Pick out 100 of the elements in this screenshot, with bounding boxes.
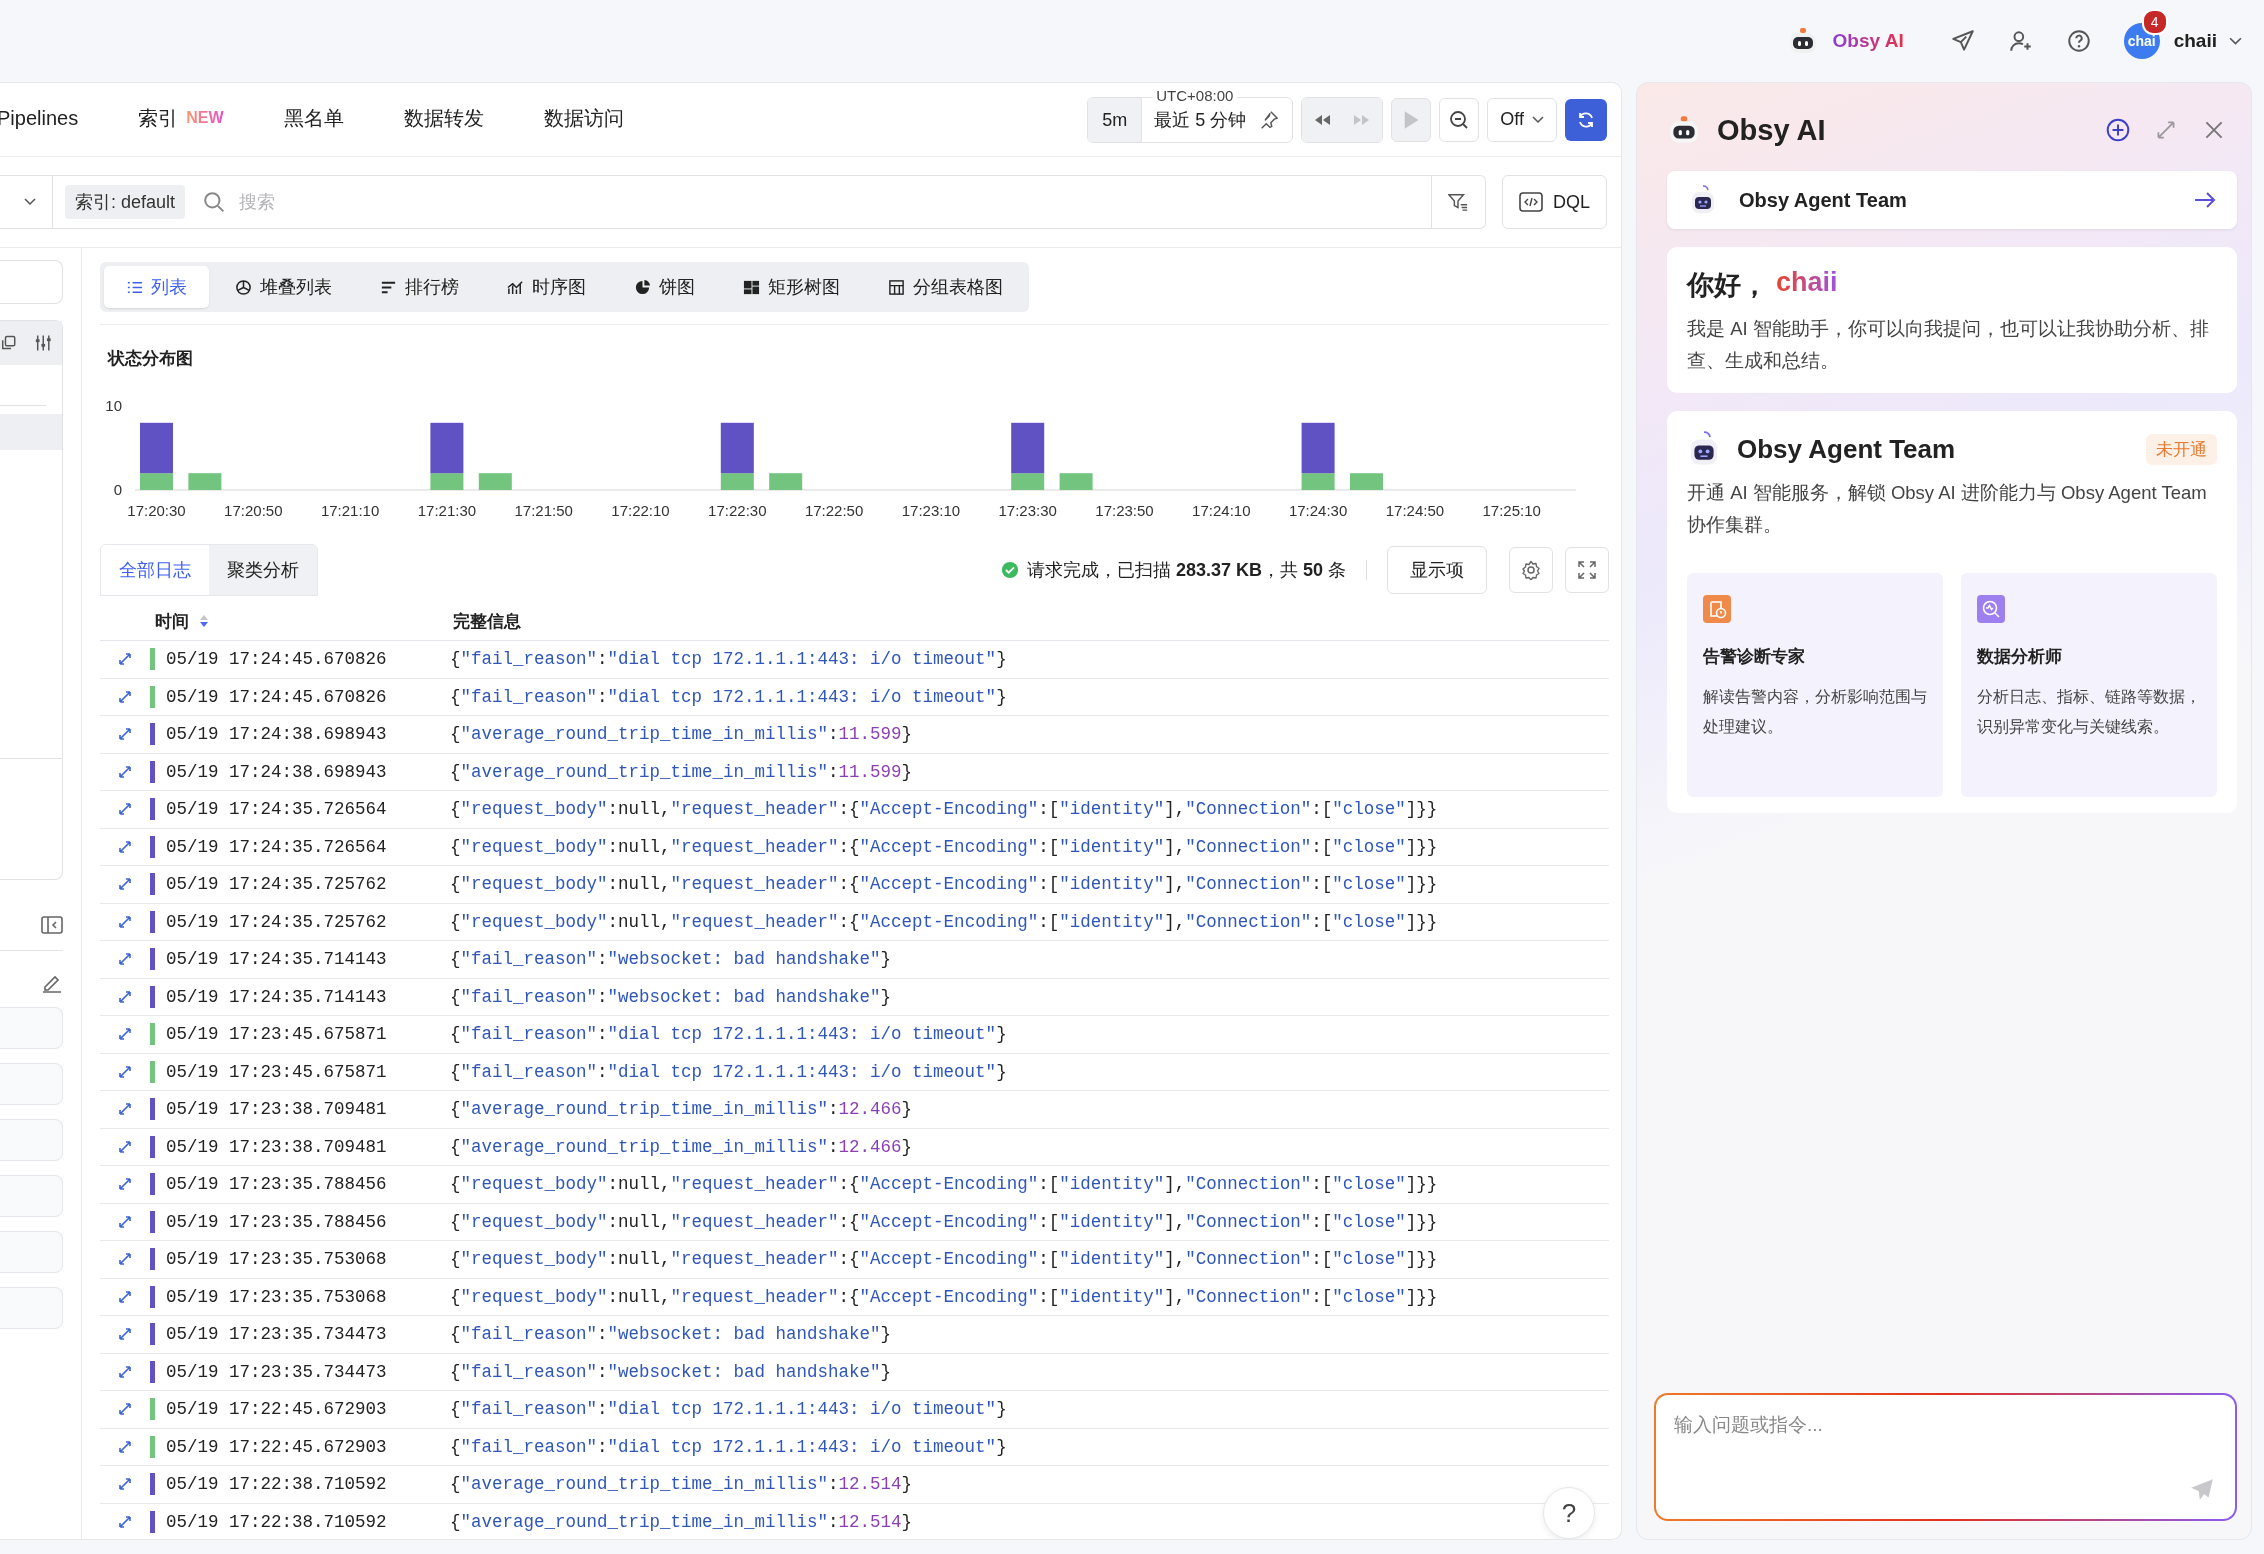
log-message: {"fail_reason":"dial tcp 172.1.1.1:443: i/o timeout"} <box>450 1399 1007 1420</box>
log-message: {"fail_reason":"websocket: bad handshake"} <box>450 1324 892 1345</box>
display-columns-button[interactable]: 显示项 <box>1387 546 1487 594</box>
expand-icon[interactable] <box>118 1402 132 1417</box>
index-tag[interactable]: 索引: default <box>65 185 186 219</box>
log-message: {"average_round_trip_time_in_millis":12.466} <box>450 1136 913 1157</box>
log-tab[interactable]: 聚类分析 <box>209 545 317 595</box>
expand-icon[interactable] <box>118 1514 132 1529</box>
axis-label: 17:23:50 <box>1095 502 1154 519</box>
query-field[interactable]: 索引: default 搜索 <box>0 175 1486 229</box>
log-time: 05/19 17:23:35.753068 <box>166 1249 388 1270</box>
caret-icon[interactable] <box>24 198 36 206</box>
expand-icon[interactable] <box>118 727 132 742</box>
success-icon <box>1000 561 1019 579</box>
bot-icon <box>1689 185 1717 215</box>
chart-search-icon <box>1977 595 2005 623</box>
agent-team-link[interactable]: Obsy Agent Team <box>1667 171 2237 229</box>
pin-icon[interactable] <box>1258 108 1281 131</box>
axis-label: 17:24:50 <box>1385 502 1445 519</box>
send-icon[interactable] <box>1949 28 1976 54</box>
expand-icon[interactable] <box>118 689 132 704</box>
view-tab[interactable]: 列表 <box>104 266 209 308</box>
status-badge: 未开通 <box>2146 433 2217 465</box>
axis-label: 10 <box>105 397 122 414</box>
auto-refresh-dropdown[interactable]: Off <box>1487 97 1557 142</box>
axis-label: 17:25:10 <box>1482 502 1541 519</box>
view-tab[interactable]: 排行榜 <box>358 266 481 308</box>
nav-tab[interactable]: 数据转发 <box>403 96 484 143</box>
axis-label: 0 <box>113 481 122 498</box>
expand-icon[interactable] <box>118 877 132 892</box>
interval-button[interactable]: 5m <box>1088 97 1143 142</box>
rewind-button[interactable] <box>1302 97 1343 142</box>
log-message: {"fail_reason":"dial tcp 172.1.1.1:443: i/o timeout"} <box>450 649 1007 670</box>
column-header[interactable]: 时间 <box>155 609 189 633</box>
axis-label: 17:21:10 <box>320 502 380 519</box>
log-time: 05/19 17:24:35.726564 <box>166 799 388 820</box>
collapse-icon[interactable] <box>41 916 63 934</box>
log-message: {"fail_reason":"dial tcp 172.1.1.1:443: i/o timeout"} <box>450 1024 1007 1045</box>
expand-icon[interactable] <box>118 1214 132 1229</box>
expand-icon[interactable] <box>118 839 132 854</box>
view-tab[interactable]: 时序图 <box>485 266 608 308</box>
sort-icon[interactable] <box>199 614 209 628</box>
agent-card[interactable]: 数据分析师 分析日志、指标、链路等数据，识别异常变化与关键线索。 <box>1961 573 2217 797</box>
fullscreen-button[interactable] <box>1565 547 1609 593</box>
greeting: 你好， <box>1687 269 1768 302</box>
expand-icon[interactable] <box>118 1289 132 1304</box>
document-alert-icon <box>1703 595 1731 623</box>
expand-icon[interactable] <box>118 764 132 779</box>
expand-icon[interactable] <box>118 1252 132 1267</box>
view-tab[interactable]: 矩形树图 <box>721 266 862 308</box>
expand-icon[interactable] <box>118 1102 132 1117</box>
expand-icon[interactable] <box>118 652 132 667</box>
log-message: {"fail_reason":"dial tcp 172.1.1.1:443: i/o timeout"} <box>450 1061 1007 1082</box>
expand-icon[interactable] <box>118 1139 132 1154</box>
expand-icon[interactable] <box>118 1177 132 1192</box>
add-user-icon[interactable] <box>2007 28 2034 54</box>
new-chat-icon[interactable] <box>2105 117 2131 143</box>
log-message: {"request_body":null,"request_header":{"Accept-Encoding":["identity"],"Connection":["close"]}} <box>450 799 1438 820</box>
expand-icon[interactable] <box>118 1364 132 1379</box>
timeseries-icon <box>507 278 524 296</box>
expand-icon[interactable] <box>118 914 132 929</box>
chart-title: 状态分布图 <box>108 348 194 370</box>
nav-tab[interactable]: 索引 NEW <box>138 96 224 143</box>
help-button[interactable]: ? <box>1543 1487 1595 1539</box>
expand-icon[interactable] <box>118 1064 132 1079</box>
log-message: {"average_round_trip_time_in_millis":12.514} <box>450 1511 913 1532</box>
expand-icon[interactable] <box>118 1439 132 1454</box>
tab-label: 数据转发 <box>403 105 484 131</box>
chat-input[interactable]: 输入问题或指令... <box>1654 1393 2237 1521</box>
pie-icon <box>634 278 651 296</box>
caret-icon[interactable] <box>2229 36 2242 46</box>
refresh-button[interactable] <box>1565 98 1607 141</box>
settings-button[interactable] <box>1509 547 1553 593</box>
agent-card[interactable]: 告警诊断专家 解读告警内容，分析影响范围与处理建议。 <box>1687 573 1943 797</box>
expand-icon[interactable] <box>118 1327 132 1342</box>
log-time: 05/19 17:23:35.788456 <box>166 1211 388 1232</box>
axis-label: 17:21:30 <box>417 502 477 519</box>
expand-icon[interactable] <box>118 952 132 967</box>
nav-tab[interactable]: 黑名单 <box>283 96 344 143</box>
log-message: {"average_round_trip_time_in_millis":12.514} <box>450 1474 913 1495</box>
expand-icon[interactable] <box>118 1027 132 1042</box>
view-tab[interactable]: 堆叠列表 <box>213 266 354 308</box>
view-tab[interactable]: 分组表格图 <box>866 266 1025 308</box>
zoom-out-button[interactable] <box>1439 97 1480 142</box>
dql-button[interactable]: DQL <box>1502 175 1607 229</box>
sliders-icon[interactable] <box>33 333 52 353</box>
agent-description: 解读告警内容，分析影响范围与处理建议。 <box>1703 687 1927 737</box>
expand-icon[interactable] <box>118 802 132 817</box>
log-time: 05/19 17:22:38.710592 <box>166 1511 388 1532</box>
axis-label: 17:23:30 <box>998 502 1057 519</box>
log-time: 05/19 17:23:45.675871 <box>166 1024 388 1045</box>
user-name[interactable]: chaii <box>2173 30 2217 52</box>
expand-icon[interactable] <box>118 1477 132 1492</box>
time-range[interactable]: 最近 5 分钟 <box>1142 107 1259 132</box>
view-tab[interactable]: 饼图 <box>612 266 717 308</box>
log-message: {"request_body":null,"request_header":{"Accept-Encoding":["identity"],"Connection":["close"]}} <box>450 911 1438 932</box>
nav-tab[interactable]: 数据访问 <box>543 96 624 143</box>
log-time: 05/19 17:24:35.714143 <box>166 949 388 970</box>
expand-icon[interactable] <box>118 989 132 1004</box>
help-icon[interactable] <box>2065 28 2092 54</box>
